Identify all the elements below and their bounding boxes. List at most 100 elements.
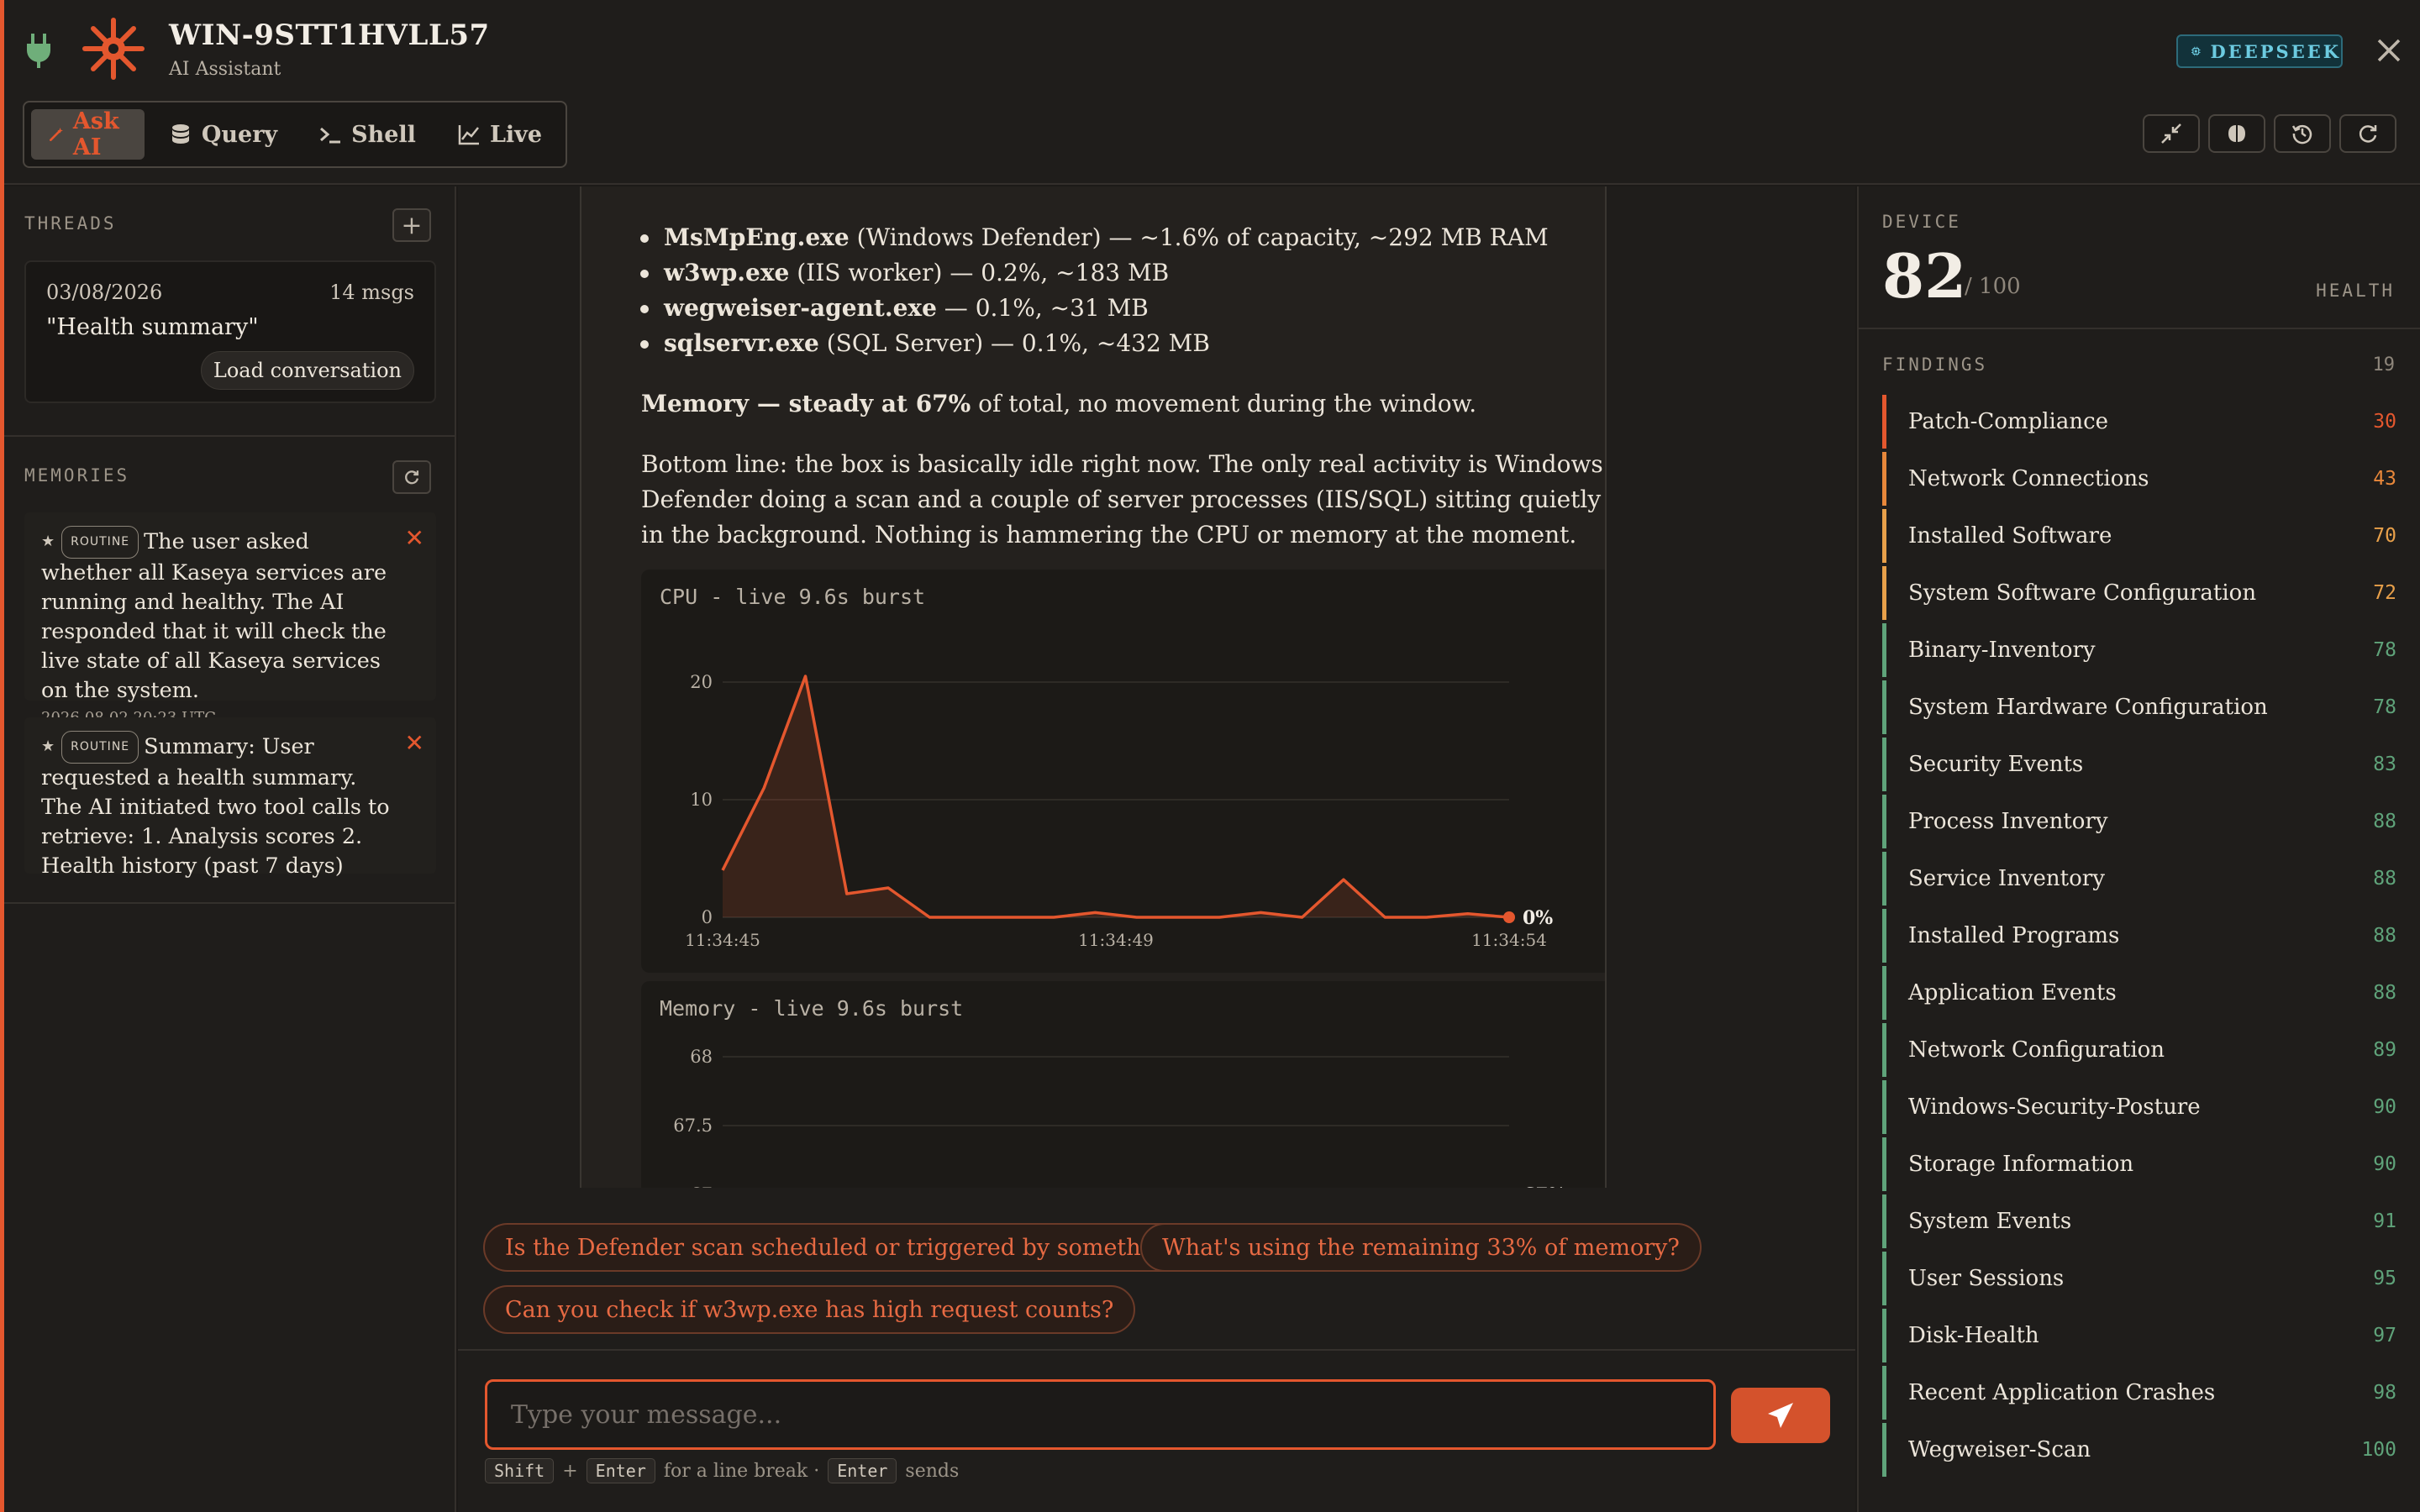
suggestion-chip[interactable]: Can you check if w3wp.exe has high reque… — [483, 1285, 1136, 1334]
y-tick-label: 10 — [690, 790, 713, 810]
finding-name: Recent Application Crashes — [1908, 1380, 2216, 1405]
finding-item[interactable]: System Events 91 — [1882, 1194, 2396, 1248]
load-conversation-button[interactable]: Load conversation — [200, 351, 414, 390]
list-item: MsMpEng.exe (Windows Defender) — ~1.6% o… — [632, 220, 1549, 255]
cpu-chart: CPU - live 9.6s burst 0 10 20 11:34:45 11:34… — [641, 570, 1605, 973]
memory-badge: ROUTINE — [61, 526, 139, 559]
assistant-message: MsMpEng.exe (Windows Defender) — ~1.6% o… — [580, 186, 1607, 1188]
finding-item[interactable]: System Software Configuration 72 — [1882, 566, 2396, 620]
tab-label: Shell — [351, 121, 416, 148]
shift-key: Shift — [485, 1458, 555, 1483]
finding-score: 88 — [2373, 868, 2396, 890]
finding-item[interactable]: Process Inventory 88 — [1882, 795, 2396, 848]
collapse-button[interactable] — [2143, 114, 2200, 153]
database-icon — [171, 124, 189, 144]
finding-item[interactable]: Recent Application Crashes 98 — [1882, 1366, 2396, 1420]
finding-score: 97 — [2373, 1325, 2396, 1347]
tab-ask-ai[interactable]: Ask AI — [31, 108, 145, 160]
memory-badge: ROUTINE — [61, 731, 139, 764]
app-header: WIN-9STT1HVLL57 AI Assistant Ask AI Quer… — [4, 0, 2420, 185]
finding-item[interactable]: User Sessions 95 — [1882, 1252, 2396, 1305]
device-heading: DEVICE — [1882, 212, 1961, 232]
list-item: w3wp.exe (IIS worker) — 0.2%, ~183 MB — [632, 255, 1549, 291]
finding-name: System Software Configuration — [1908, 580, 2257, 606]
send-button[interactable] — [1731, 1388, 1830, 1443]
delete-memory-icon[interactable]: ✕ — [405, 729, 424, 757]
finding-name: Process Inventory — [1908, 809, 2108, 834]
finding-item[interactable]: Storage Information 90 — [1882, 1137, 2396, 1191]
tab-live[interactable]: Live — [439, 109, 559, 160]
hint-text: for a line break · — [663, 1460, 820, 1482]
hint-plus: + — [562, 1460, 578, 1482]
refresh-icon — [405, 470, 419, 485]
provider-badge[interactable]: DEEPSEEK — [2176, 34, 2343, 68]
collapse-icon — [2161, 123, 2181, 144]
device-title: WIN-9STT1HVLL57 — [169, 18, 490, 52]
star-icon: ★ — [41, 738, 55, 755]
finding-name: Binary-Inventory — [1908, 638, 2096, 663]
refresh-button[interactable] — [2339, 114, 2396, 153]
area-fill — [723, 676, 1509, 917]
finding-item[interactable]: Patch-Compliance 30 — [1882, 395, 2396, 449]
finding-name: Patch-Compliance — [1908, 409, 2109, 434]
brain-button[interactable] — [2208, 114, 2265, 153]
finding-name: Storage Information — [1908, 1152, 2134, 1177]
finding-item[interactable]: Windows-Security-Posture 90 — [1882, 1080, 2396, 1134]
finding-score: 88 — [2373, 811, 2396, 832]
y-tick-label: 67.5 — [673, 1116, 713, 1136]
suggestion-chip[interactable]: What's using the remaining 33% of memory… — [1140, 1223, 1702, 1272]
finding-item[interactable]: Binary-Inventory 78 — [1882, 623, 2396, 677]
chip-icon — [2191, 46, 2201, 56]
tab-label: Ask AI — [72, 108, 119, 160]
tab-shell[interactable]: Shell — [301, 109, 433, 160]
finding-name: System Events — [1908, 1209, 2072, 1234]
health-label: HEALTH — [2316, 281, 2395, 301]
divider — [458, 1349, 1855, 1351]
finding-item[interactable]: System Hardware Configuration 78 — [1882, 680, 2396, 734]
finding-item[interactable]: Installed Software 70 — [1882, 509, 2396, 563]
finding-name: Application Events — [1908, 980, 2117, 1005]
tab-query[interactable]: Query — [151, 109, 294, 160]
suggestion-chip[interactable]: Is the Defender scan scheduled or trigge… — [483, 1223, 1212, 1272]
history-button[interactable] — [2274, 114, 2331, 153]
thread-item[interactable]: 03/08/2026 14 msgs "Health summary" Load… — [24, 260, 436, 403]
y-tick-label: 68 — [690, 1047, 713, 1067]
finding-score: 43 — [2373, 468, 2396, 490]
message-input[interactable] — [485, 1379, 1716, 1450]
finding-item[interactable]: Disk-Health 97 — [1882, 1309, 2396, 1362]
close-icon[interactable] — [2372, 34, 2406, 67]
new-thread-button[interactable]: + — [392, 208, 431, 242]
chat-area: MsMpEng.exe (Windows Defender) — ~1.6% o… — [458, 186, 1855, 1512]
thread-msg-count: 14 msgs — [329, 281, 414, 304]
finding-item[interactable]: Network Connections 43 — [1882, 452, 2396, 506]
finding-score: 91 — [2373, 1210, 2396, 1232]
finding-item[interactable]: Installed Programs 88 — [1882, 909, 2396, 963]
provider-label: DEEPSEEK — [2210, 40, 2341, 62]
finding-name: Installed Software — [1908, 523, 2112, 549]
y-tick-label: 67 — [690, 1184, 713, 1188]
refresh-memories-button[interactable] — [392, 460, 431, 494]
finding-score: 83 — [2373, 753, 2396, 775]
finding-name: Wegweiser-Scan — [1908, 1437, 2091, 1462]
thread-name: "Health summary" — [46, 314, 259, 340]
thread-date: 03/08/2026 — [46, 281, 163, 304]
device-panel: DEVICE 82 / 100 HEALTH FINDINGS 19 Patch… — [1857, 186, 2420, 1512]
app-subtitle: AI Assistant — [169, 59, 281, 80]
list-item: wegweiser-agent.exe — 0.1%, ~31 MB — [632, 291, 1549, 326]
threads-heading: THREADS — [24, 213, 117, 234]
terminal-icon — [320, 127, 341, 144]
divider — [1859, 328, 2420, 329]
health-score: 82 — [1882, 240, 1967, 312]
finding-item[interactable]: Network Configuration 89 — [1882, 1023, 2396, 1077]
bottom-line-paragraph: Bottom line: the box is basically idle r… — [641, 450, 1603, 549]
finding-name: Network Connections — [1908, 466, 2149, 491]
delete-memory-icon[interactable]: ✕ — [405, 524, 424, 552]
finding-score: 30 — [2373, 411, 2396, 433]
tab-label: Live — [489, 121, 543, 148]
finding-item[interactable]: Wegweiser-Scan 100 — [1882, 1423, 2396, 1477]
finding-item[interactable]: Application Events 88 — [1882, 966, 2396, 1020]
memory-chart: Memory - live 9.6s burst 68 67.5 67 67% — [641, 981, 1605, 1188]
finding-item[interactable]: Security Events 83 — [1882, 738, 2396, 791]
findings-heading: FINDINGS — [1882, 354, 1988, 375]
finding-item[interactable]: Service Inventory 88 — [1882, 852, 2396, 906]
